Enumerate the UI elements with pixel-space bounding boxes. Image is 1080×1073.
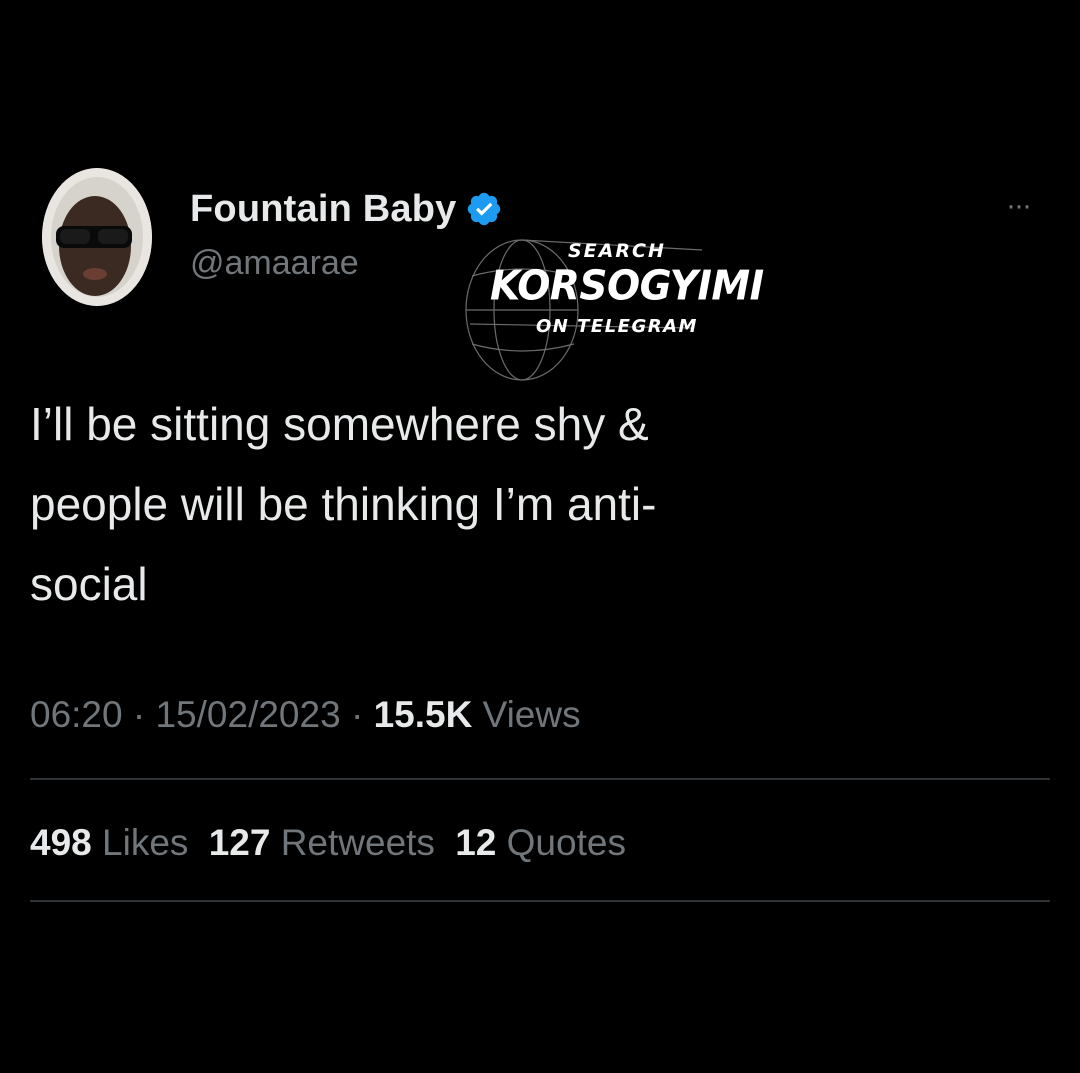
verified-badge-icon [467,192,500,226]
watermark-line-2: KORSOGYIMI [490,262,764,311]
author-handle[interactable]: @amaarae [190,244,359,283]
retweets-stat[interactable]: 127 Retweets [209,822,435,863]
more-dots-icon[interactable]: ··· [1006,191,1032,221]
engagement-stats: 498 Likes 127 Retweets 12 Quotes [30,822,636,864]
watermark: SEARCH KORSOGYIMI ON TELEGRAM [462,232,764,382]
avatar-image [42,168,152,306]
quotes-label: Quotes [506,822,626,863]
divider-top [30,778,1050,780]
avatar[interactable] [42,168,152,306]
likes-label: Likes [102,822,189,863]
author-display-name[interactable]: Fountain Baby [190,188,457,231]
tweet-card: Fountain Baby @amaarae ··· SEARCH KORSOG… [0,0,1080,1073]
retweets-label: Retweets [280,822,435,863]
divider-bottom [30,900,1050,902]
likes-stat[interactable]: 498 Likes [30,822,188,863]
tweet-time[interactable]: 06:20 [30,694,123,735]
watermark-line-3: ON TELEGRAM [536,316,698,337]
tweet-text: I’ll be sitting somewhere shy & people w… [30,398,657,610]
quotes-count: 12 [455,822,497,863]
author-name-row: Fountain Baby [190,186,503,232]
views-count: 15.5K [373,694,473,735]
quotes-stat[interactable]: 12 Quotes [455,822,626,863]
retweets-count: 127 [208,822,271,863]
meta-separator-2: · [340,694,374,735]
meta-separator: · [122,694,156,735]
watermark-line-1: SEARCH [568,240,666,262]
likes-count: 498 [30,822,92,863]
views-label[interactable]: Views [483,694,581,735]
tweet-date[interactable]: 15/02/2023 [155,694,340,735]
tweet-meta: 06:20 · 15/02/2023 · 15.5K Views [30,694,581,736]
